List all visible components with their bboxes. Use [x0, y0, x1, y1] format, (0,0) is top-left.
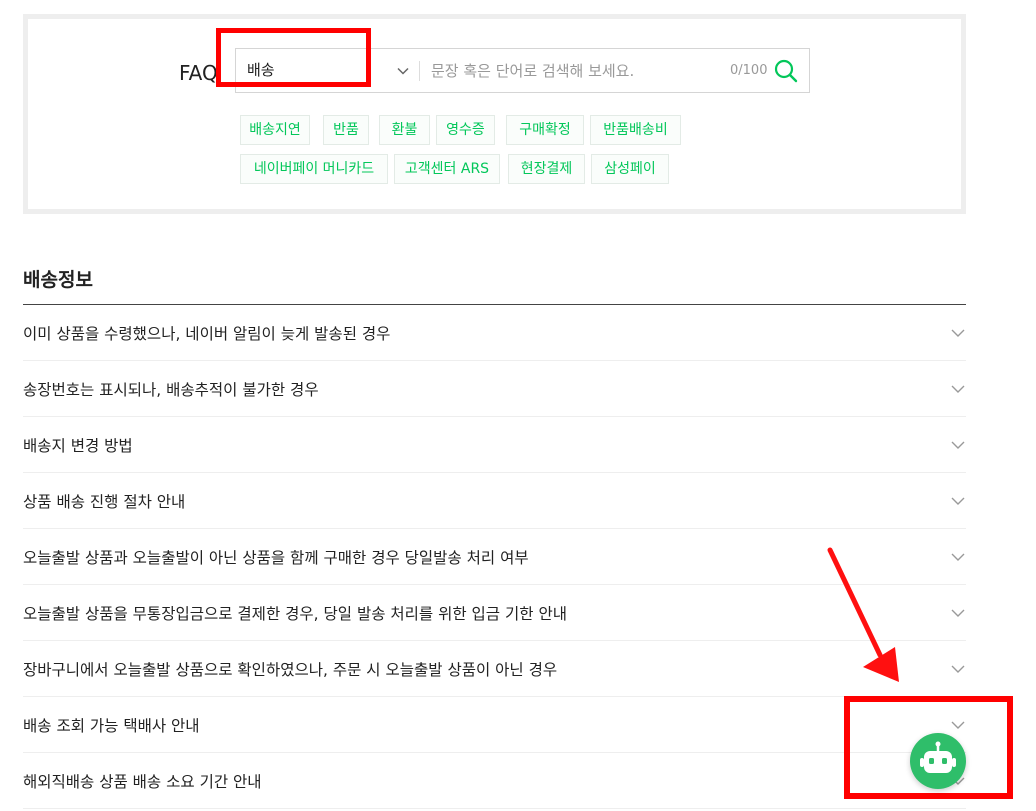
faq-item[interactable]: 장바구니에서 오늘출발 상품으로 확인하였으나, 주문 시 오늘출발 상품이 아… [23, 641, 966, 697]
chevron-down-icon [951, 553, 965, 561]
faq-item[interactable]: 배송지 변경 방법 [23, 417, 966, 473]
char-count: 0/100 [730, 63, 768, 78]
section-title: 배송정보 [23, 269, 93, 291]
chevron-down-icon [951, 609, 965, 617]
keyword-chip[interactable]: 배송지연 [240, 115, 310, 145]
category-select-value: 배송 [247, 61, 275, 79]
keyword-chip[interactable]: 영수증 [436, 115, 495, 145]
keyword-chip[interactable]: 반품 [323, 115, 369, 145]
faq-question: 해외직배송 상품 배송 소요 기간 안내 [23, 773, 262, 791]
search-divider [419, 61, 420, 81]
search-icon[interactable] [773, 58, 799, 84]
faq-item[interactable]: 이미 상품을 수령했으나, 네이버 알림이 늦게 발송된 경우 [23, 305, 966, 361]
keyword-chip[interactable]: 현장결제 [508, 154, 585, 184]
faq-item[interactable]: 상품 배송 진행 절차 안내 [23, 473, 966, 529]
faq-item[interactable]: 배송 조회 가능 택배사 안내 [23, 697, 966, 753]
chevron-down-icon [951, 329, 965, 337]
faq-item[interactable]: 해외직배송 상품 배송 소요 기간 안내 [23, 753, 966, 809]
chatbot-button[interactable] [910, 733, 966, 789]
faq-item[interactable]: 오늘출발 상품을 무통장입금으로 결제한 경우, 당일 발송 처리를 위한 입금… [23, 585, 966, 641]
robot-icon [920, 741, 956, 773]
faq-question: 배송 조회 가능 택배사 안내 [23, 717, 200, 735]
faq-question: 오늘출발 상품과 오늘출발이 아닌 상품을 함께 구매한 경우 당일발송 처리 … [23, 549, 529, 567]
chevron-down-icon [951, 721, 965, 729]
keyword-chip[interactable]: 구매확정 [506, 115, 584, 145]
faq-label: FAQ [179, 61, 218, 85]
faq-question: 상품 배송 진행 절차 안내 [23, 493, 186, 511]
faq-question: 송장번호는 표시되나, 배송추적이 불가한 경우 [23, 381, 319, 399]
faq-question: 장바구니에서 오늘출발 상품으로 확인하였으나, 주문 시 오늘출발 상품이 아… [23, 661, 558, 679]
keyword-chip[interactable]: 네이버페이 머니카드 [240, 154, 388, 184]
chevron-down-icon [397, 67, 409, 75]
search-bar: 배송 0/100 [235, 48, 810, 93]
keyword-chip[interactable]: 고객센터 ARS [394, 154, 500, 184]
faq-question: 오늘출발 상품을 무통장입금으로 결제한 경우, 당일 발송 처리를 위한 입금… [23, 605, 567, 623]
chevron-down-icon [951, 665, 965, 673]
keyword-chip[interactable]: 환불 [379, 115, 430, 145]
chevron-down-icon [951, 441, 965, 449]
faq-question: 배송지 변경 방법 [23, 437, 133, 455]
chevron-down-icon [951, 385, 965, 393]
faq-item[interactable]: 송장번호는 표시되나, 배송추적이 불가한 경우 [23, 361, 966, 417]
faq-question: 이미 상품을 수령했으나, 네이버 알림이 늦게 발송된 경우 [23, 325, 391, 343]
search-input[interactable] [431, 55, 721, 86]
faq-item[interactable]: 오늘출발 상품과 오늘출발이 아닌 상품을 함께 구매한 경우 당일발송 처리 … [23, 529, 966, 585]
chevron-down-icon [951, 497, 965, 505]
faq-search-panel: FAQ 배송 0/100 배송지연 반품 환불영수증 구매확정반품배송비네이버페이 머… [23, 14, 966, 214]
keyword-chip[interactable]: 삼성페이 [591, 154, 669, 184]
category-select[interactable]: 배송 [236, 49, 419, 92]
keyword-chip[interactable]: 반품배송비 [590, 115, 681, 145]
